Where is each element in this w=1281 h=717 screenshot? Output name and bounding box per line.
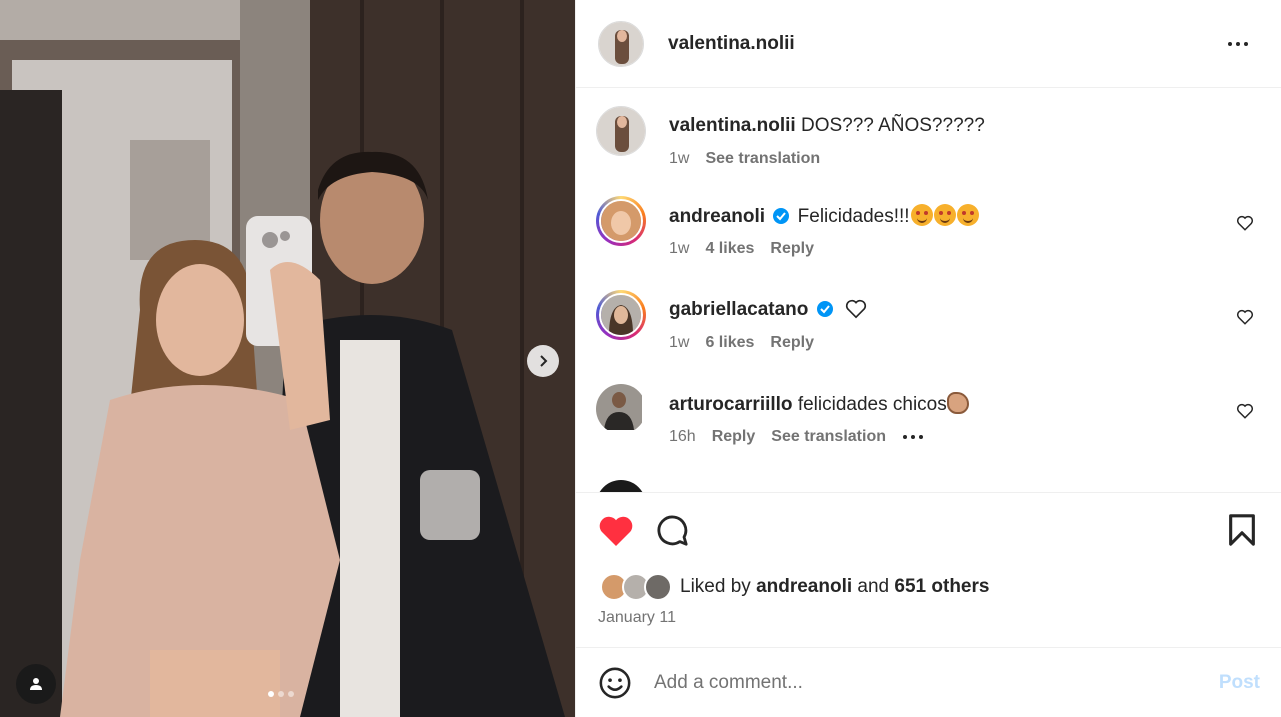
tagged-users-button[interactable] (16, 664, 56, 704)
comment-item: gabriellacatano 1w 6 likes Reply (596, 290, 1276, 360)
verified-badge-icon (816, 301, 833, 317)
liker-avatars (600, 573, 676, 601)
person-icon (30, 678, 42, 690)
liked-by-others[interactable]: 651 others (894, 576, 989, 598)
heart-filled-icon[interactable] (598, 514, 634, 548)
comment-body: Felicidades!!! (797, 206, 910, 227)
like-comment-heart-icon[interactable] (1236, 214, 1254, 232)
comment-meta: 16h Reply See translation (669, 428, 924, 446)
comment-time[interactable]: 16h (669, 428, 696, 446)
comment-text: andreanoli Felicidades!!! (669, 204, 979, 229)
post-header: valentina.nolii (576, 0, 1281, 88)
comment-item: arturocarriillo felicidades chicos 16h R… (596, 384, 1276, 454)
comment-text: gabriellacatano (669, 298, 867, 322)
comment-options-icon[interactable] (902, 434, 924, 440)
bookmark-icon[interactable] (1227, 513, 1257, 547)
carousel-indicator (268, 691, 294, 697)
comment-item: andreanoli Felicidades!!! 1w 4 likes Rep… (596, 196, 1276, 266)
avatar-image (601, 201, 641, 241)
see-translation-link[interactable]: See translation (705, 150, 820, 168)
see-translation-link[interactable]: See translation (771, 428, 886, 446)
like-comment-heart-icon[interactable] (1236, 402, 1254, 420)
liked-by-summary[interactable]: Liked by andreanoli and 651 others (600, 573, 989, 601)
post-dialog: valentina.nolii valentina.nolii DOS??? A… (0, 0, 1281, 717)
carousel-dot (278, 691, 284, 697)
white-heart-emoji (845, 299, 867, 319)
caption: valentina.nolii DOS??? AÑOS????? 1w See … (596, 106, 1276, 176)
commenter-username[interactable]: gabriellacatano (669, 299, 808, 320)
comment-input[interactable] (654, 671, 1194, 694)
comments-list[interactable]: valentina.nolii DOS??? AÑOS????? 1w See … (576, 88, 1281, 492)
next-photo-button[interactable] (527, 345, 559, 377)
comment-meta: 1w 4 likes Reply (669, 240, 814, 258)
commenter-avatar[interactable] (596, 196, 646, 246)
clapping-hands-emoji (946, 392, 969, 414)
caption-username[interactable]: valentina.nolii (669, 115, 796, 136)
post-side-panel: valentina.nolii valentina.nolii DOS??? A… (575, 0, 1281, 717)
carousel-dot (288, 691, 294, 697)
commenter-avatar[interactable] (596, 384, 646, 434)
post-actions: Liked by andreanoli and 651 others Janua… (576, 492, 1281, 647)
commenter-avatar[interactable] (596, 290, 646, 340)
avatar-image (597, 107, 645, 155)
avatar-image (596, 384, 642, 430)
commenter-avatar[interactable] (596, 480, 646, 492)
reply-button[interactable]: Reply (712, 428, 756, 446)
commenter-username[interactable]: andreanoli (669, 206, 765, 227)
caption-text: valentina.nolii DOS??? AÑOS????? (669, 114, 985, 138)
liked-by-prefix: Liked by (680, 576, 751, 597)
avatar-image (601, 295, 641, 335)
more-horizontal-icon[interactable] (1226, 32, 1250, 56)
comment-icon[interactable] (655, 513, 689, 547)
comment-text: arturocarriillo felicidades chicos (669, 392, 969, 417)
comment-time[interactable]: 1w (669, 334, 689, 352)
carousel-dot (268, 691, 274, 697)
post-date[interactable]: January 11 (598, 609, 676, 627)
avatar-image (599, 21, 643, 66)
comment-body: felicidades chicos (797, 394, 947, 415)
commenter-username[interactable]: arturocarriillo (669, 394, 793, 415)
reply-button[interactable]: Reply (770, 240, 814, 258)
caption-meta: 1w See translation (669, 150, 820, 168)
comment-time[interactable]: 1w (669, 240, 689, 258)
reply-button[interactable]: Reply (770, 334, 814, 352)
post-photo[interactable] (0, 0, 575, 717)
chevron-right-icon (540, 355, 548, 367)
liked-by-user[interactable]: andreanoli (756, 576, 852, 598)
liker-avatar (644, 573, 672, 601)
like-comment-heart-icon[interactable] (1236, 308, 1254, 326)
smiling-face-with-hearts-emoji (910, 204, 933, 226)
author-username[interactable]: valentina.nolii (668, 33, 795, 55)
liked-by-and: and (857, 576, 890, 597)
comment-likes[interactable]: 4 likes (705, 240, 754, 258)
smiling-face-with-hearts-emoji (933, 204, 956, 226)
comment-likes[interactable]: 6 likes (705, 334, 754, 352)
caption-time[interactable]: 1w (669, 150, 689, 168)
mirror-selfie-photo (0, 0, 575, 717)
caption-author-avatar[interactable] (596, 106, 646, 156)
verified-badge-icon (773, 208, 790, 224)
add-comment-bar: Post (576, 647, 1281, 717)
post-comment-button[interactable]: Post (1219, 672, 1260, 694)
author-avatar[interactable] (598, 20, 644, 67)
smiley-icon[interactable] (598, 666, 632, 700)
comment-item (596, 480, 1276, 492)
comment-meta: 1w 6 likes Reply (669, 334, 814, 352)
caption-body: DOS??? AÑOS????? (800, 115, 985, 136)
smiling-face-with-hearts-emoji (956, 204, 979, 226)
